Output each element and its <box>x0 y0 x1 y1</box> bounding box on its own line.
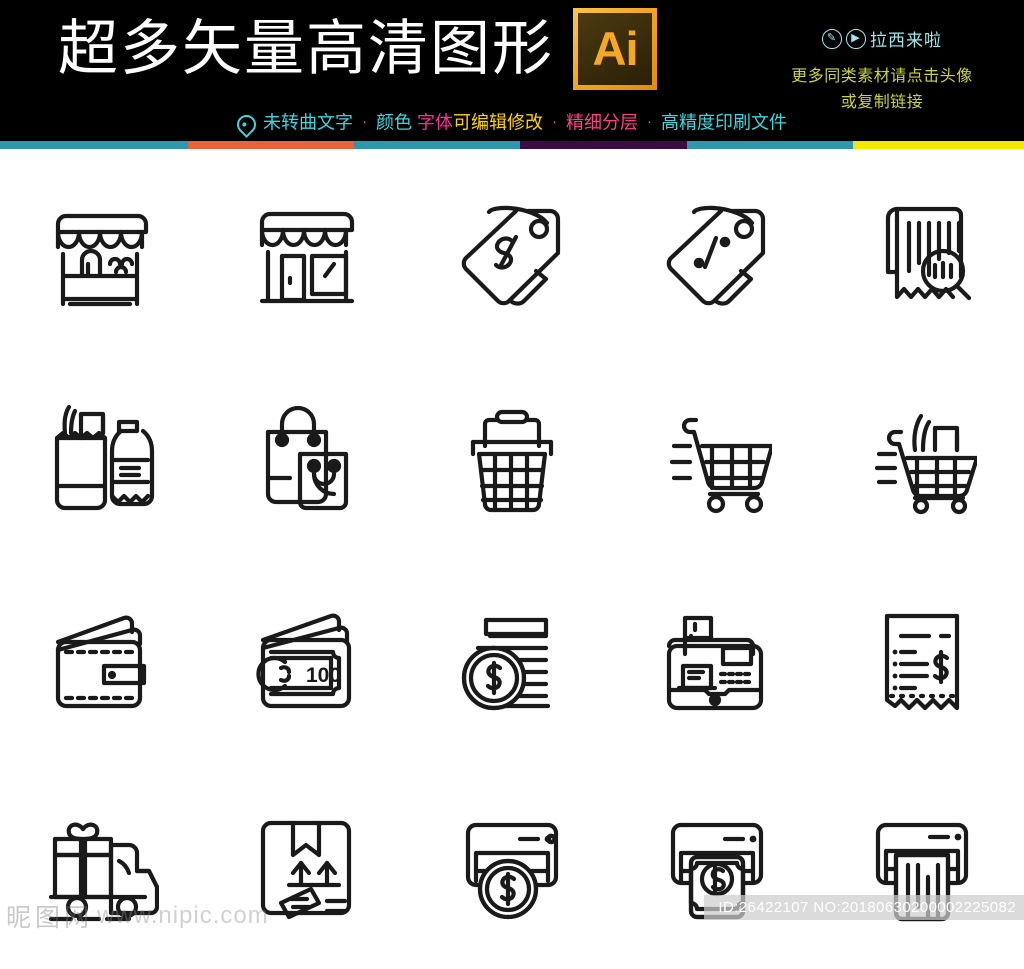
feature-2: 颜色 <box>375 112 412 133</box>
shopping-basket-icon[interactable] <box>410 354 615 559</box>
wallet-icon[interactable] <box>0 559 205 764</box>
header-banner: 超多矢量高清图形 Ai ✎ ▶ 拉西来啦 更多同类素材请点击头像 或复制链接 未… <box>0 0 1024 149</box>
colorbar-segment-4 <box>520 141 687 149</box>
ai-logo-inner: Ai <box>578 13 652 85</box>
colorbar-segment-2 <box>188 141 354 149</box>
adobe-illustrator-logo: Ai <box>573 8 657 90</box>
shopping-cart-empty-icon[interactable] <box>614 354 819 559</box>
colorbar-segment-1 <box>0 141 188 149</box>
receipt-search-icon[interactable] <box>819 149 1024 354</box>
feature-4: 可编辑修改 <box>453 112 543 133</box>
promo-line-1: 更多同类素材请点击头像 <box>791 68 973 85</box>
invoice-receipt-icon[interactable] <box>819 559 1024 764</box>
cash-register-icon[interactable] <box>614 559 819 764</box>
promo-headline: 拉西来啦 <box>870 31 942 50</box>
package-box-icon[interactable] <box>205 764 410 969</box>
icon-row-4 <box>0 764 1024 969</box>
shopping-cart-full-icon[interactable] <box>819 354 1024 559</box>
play-arrow-icon: ▶ <box>846 28 866 49</box>
feature-3: 字体 <box>417 112 453 133</box>
banknote-value-text: 100 <box>306 664 341 687</box>
pen-icon: ✎ <box>822 28 842 49</box>
market-stall-icon[interactable] <box>0 149 205 354</box>
feature-1: 未转曲文字 <box>262 112 353 133</box>
ai-logo-label: Ai <box>592 21 639 75</box>
price-tag-dollar-icon[interactable] <box>410 149 615 354</box>
grocery-bag-bottle-icon[interactable] <box>0 354 205 559</box>
promo-headline-row: ✎ ▶ 拉西来啦 <box>740 26 1024 51</box>
shopping-bags-icon[interactable] <box>205 354 410 559</box>
feature-strip: 未转曲文字 · 颜色 字体可编辑修改 · 精细分层 · 高精度印刷文件 <box>0 108 1024 138</box>
atm-receipt-icon[interactable] <box>819 764 1024 969</box>
atm-coin-icon[interactable] <box>410 764 615 969</box>
colorbar-segment-6 <box>853 141 1024 149</box>
feature-separator-2: · <box>552 113 557 131</box>
colorbar-segment-5 <box>687 141 853 149</box>
feature-separator-1: · <box>361 113 367 131</box>
colorbar-segment-3 <box>354 141 520 149</box>
feature-6: 高精度印刷文件 <box>661 112 787 133</box>
location-pin-icon <box>233 110 260 138</box>
atm-banknote-icon[interactable] <box>614 764 819 969</box>
accent-color-bar <box>0 141 1024 149</box>
storefront-icon[interactable] <box>205 149 410 354</box>
icon-row-2 <box>0 354 1024 559</box>
coin-stack-icon[interactable] <box>410 559 615 764</box>
price-tag-percent-icon[interactable] <box>614 149 819 354</box>
icon-row-1 <box>0 149 1024 354</box>
feature-5: 精细分层 <box>566 112 638 133</box>
icon-grid: 100 <box>0 149 1024 942</box>
icon-row-3: 100 <box>0 559 1024 764</box>
page-title: 超多矢量高清图形 <box>58 15 554 82</box>
banknotes-icon[interactable]: 100 <box>205 559 410 764</box>
delivery-truck-gift-icon[interactable] <box>0 764 205 969</box>
feature-separator-3: · <box>647 113 652 131</box>
promo-block: ✎ ▶ 拉西来啦 更多同类素材请点击头像 或复制链接 <box>740 26 1024 116</box>
